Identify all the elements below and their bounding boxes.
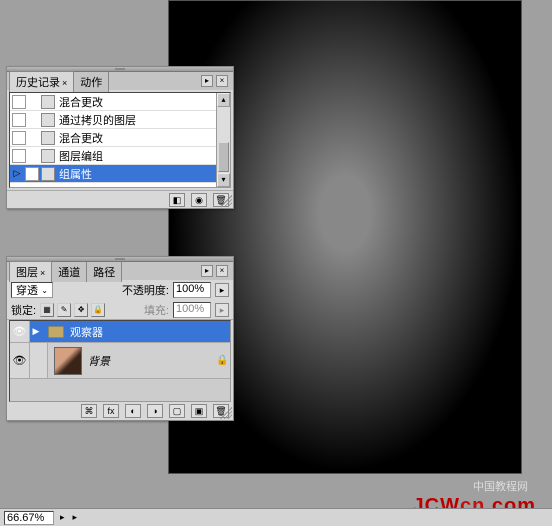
status-flyout-icon[interactable]: ▸ [60,512,65,523]
tab-paths[interactable]: 路径 [86,261,122,282]
folder-icon [48,326,64,338]
lock-fill-row: 锁定: ▦ ✎ ✥ 🔒 填充: 100% ▸ [7,300,233,320]
opacity-label: 不透明度: [122,282,169,298]
history-checkbox[interactable] [12,113,26,127]
history-checkbox[interactable] [12,95,26,109]
history-item[interactable]: 通过拷贝的图层 [10,111,230,129]
history-step-icon [41,131,55,145]
new-snapshot-icon[interactable]: ◉ [191,193,207,207]
resize-grip[interactable] [220,407,232,419]
lock-pixels-icon[interactable]: ✎ [57,303,71,317]
layer-thumbnail[interactable] [54,347,82,375]
panel-close-button[interactable]: × [216,265,228,277]
history-checkbox[interactable] [12,149,26,163]
layer-name[interactable]: 观察器 [70,324,230,340]
history-brush-marker[interactable]: ▷ [12,167,22,181]
history-item[interactable]: 混合更改 [10,93,230,111]
tab-actions[interactable]: 动作 [73,71,109,92]
blend-opacity-row: 穿透 ⌄ 不透明度: 100% ▸ [7,280,233,300]
history-panel: 历史记录× 动作 ▸ × 混合更改 通过拷贝的图层 混合更改 [6,66,234,209]
status-menu-icon[interactable]: ▸ [73,512,78,523]
history-label: 组属性 [59,166,92,182]
new-layer-icon[interactable]: ▣ [191,404,207,418]
link-column[interactable] [30,343,48,378]
panel-menu-button[interactable]: ▸ [201,75,213,87]
tab-close-icon[interactable]: × [62,78,67,88]
zoom-input[interactable]: 66.67% [4,511,54,525]
history-list: 混合更改 通过拷贝的图层 混合更改 图层编组 ▷ 组属性 ▴ [9,92,231,188]
visibility-toggle-icon[interactable]: 👁 [10,321,30,342]
layer-style-icon[interactable]: fx [103,404,119,418]
lock-transparency-icon[interactable]: ▦ [40,303,54,317]
dropdown-arrow-icon: ⌄ [41,286,48,295]
tab-layers[interactable]: 图层× [9,261,52,282]
layers-footer: ⌘ fx ◐ ◑ ▢ ▣ 🗑 [7,402,233,420]
link-layers-icon[interactable]: ⌘ [81,404,97,418]
history-brush-marker[interactable] [28,131,38,145]
lock-label: 锁定: [11,302,36,318]
adjustment-layer-icon[interactable]: ◑ [147,404,163,418]
history-item[interactable]: ▷ 组属性 [10,165,230,183]
blend-mode-dropdown[interactable]: 穿透 ⌄ [11,282,53,298]
history-label: 混合更改 [59,94,103,110]
panel-close-button[interactable]: × [216,75,228,87]
history-brush-marker[interactable] [28,95,38,109]
tab-close-icon[interactable]: × [40,268,45,278]
history-checkbox[interactable] [12,131,26,145]
history-label: 混合更改 [59,130,103,146]
new-document-from-state-icon[interactable]: ◧ [169,193,185,207]
scrollbar[interactable]: ▴ ▾ [216,93,230,187]
history-brush-marker[interactable] [28,149,38,163]
history-brush-marker[interactable] [28,113,38,127]
history-label: 图层编组 [59,148,103,164]
history-label: 通过拷贝的图层 [59,112,136,128]
layer-name[interactable]: 背景 [88,353,216,369]
layer-mask-icon[interactable]: ◐ [125,404,141,418]
new-group-icon[interactable]: ▢ [169,404,185,418]
layer-list: 👁 ▶ 观察器 👁 背景 🔒 [9,320,231,402]
history-item[interactable]: 图层编组 [10,147,230,165]
layer-group-item[interactable]: 👁 ▶ 观察器 [10,321,230,343]
opacity-flyout-icon[interactable]: ▸ [215,283,229,297]
history-step-icon [41,95,55,109]
scroll-thumb[interactable] [218,142,229,172]
history-tabs: 历史记录× 动作 ▸ × [7,72,233,90]
scroll-up-icon[interactable]: ▴ [217,93,230,107]
blend-mode-value: 穿透 [16,282,38,298]
scroll-down-icon[interactable]: ▾ [217,173,230,187]
panel-menu-button[interactable]: ▸ [201,265,213,277]
layers-panel: 图层× 通道 路径 ▸ × 穿透 ⌄ 不透明度: 100% ▸ 锁定: ▦ ✎ … [6,256,234,421]
resize-grip[interactable] [220,195,232,207]
watermark-cn: 中国教程网 [473,478,528,494]
tab-channels[interactable]: 通道 [51,261,87,282]
lock-icon: 🔒 [216,355,230,366]
layer-item[interactable]: 👁 背景 🔒 [10,343,230,379]
history-checkbox[interactable] [25,167,39,181]
layers-tabs: 图层× 通道 路径 ▸ × [7,262,233,280]
history-item[interactable]: 混合更改 [10,129,230,147]
visibility-toggle-icon[interactable]: 👁 [10,343,30,378]
history-step-icon [41,167,55,181]
lock-position-icon[interactable]: ✥ [74,303,88,317]
fill-input: 100% [173,302,211,318]
tab-history[interactable]: 历史记录× [9,71,74,92]
fill-flyout-icon: ▸ [215,303,229,317]
history-step-icon [41,113,55,127]
expand-arrow-icon[interactable]: ▶ [30,326,42,337]
opacity-input[interactable]: 100% [173,282,211,298]
fill-label: 填充: [144,302,169,318]
lock-all-icon[interactable]: 🔒 [91,303,105,317]
history-step-icon [41,149,55,163]
history-footer: ◧ ◉ 🗑 [7,190,233,208]
status-bar: 66.67% ▸ ▸ [0,508,552,526]
